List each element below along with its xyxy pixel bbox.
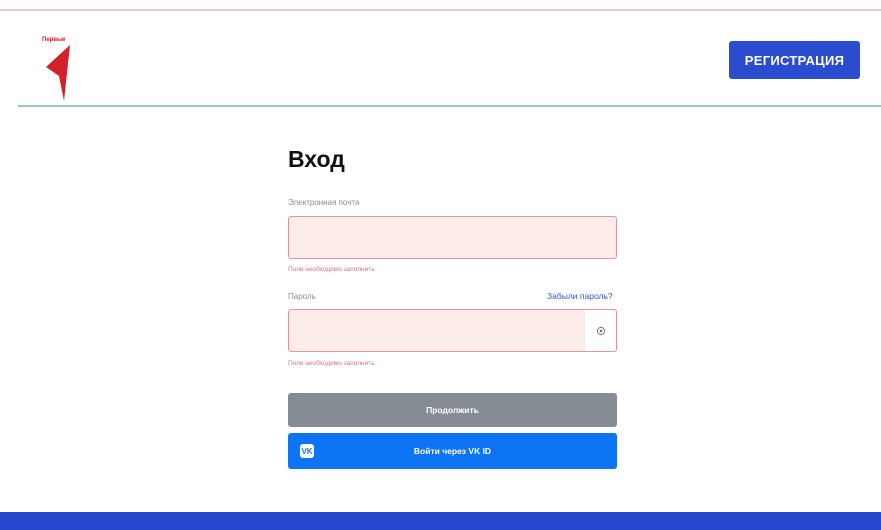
brand-logo[interactable]: Первые [42, 37, 82, 101]
forgot-password-link[interactable]: Забыли пароль? [547, 291, 613, 301]
password-label: Пароль [288, 292, 316, 301]
toggle-password-visibility[interactable] [584, 310, 616, 351]
logo-text: Первые [42, 37, 66, 43]
continue-button[interactable]: Продолжить [288, 393, 617, 427]
email-label: Электронная почта [288, 198, 360, 207]
vk-logo-icon: VK [300, 444, 314, 458]
vk-id-login-button[interactable]: VK Войти через VK ID [288, 433, 617, 469]
brand-arrow-logo-icon [46, 45, 70, 101]
email-error-text: Поле необходимо заполнить [288, 266, 375, 273]
page-title: Вход [288, 146, 345, 172]
footer-bar [0, 512, 881, 530]
password-field[interactable] [288, 309, 617, 352]
header-divider [18, 105, 881, 107]
password-error-text: Поле необходимо заполнить [288, 360, 375, 367]
eye-icon [596, 326, 605, 335]
email-field[interactable] [288, 216, 617, 259]
vk-button-label: Войти через VK ID [413, 446, 492, 456]
register-button[interactable]: РЕГИСТРАЦИЯ [729, 41, 860, 79]
